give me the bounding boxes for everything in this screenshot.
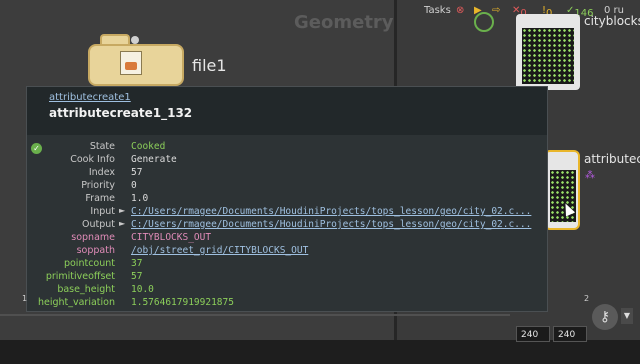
playbar	[0, 340, 640, 364]
info-row-index: Index 57	[88, 167, 143, 178]
file-doc-icon	[120, 51, 142, 75]
work-item-info-popup: attributecreate1 attributecreate1_132 ✓ …	[26, 86, 548, 312]
info-row-soppath: soppath /obj/street_grid/CITYBLOCKS_OUT	[76, 245, 309, 256]
info-row-output: Output ► C:/Users/rmagee/Documents/Houdi…	[82, 219, 532, 230]
city-node-label: cityblocks	[584, 14, 640, 28]
file-node[interactable]	[88, 34, 184, 86]
flag-icon: ⁂	[585, 170, 595, 181]
popup-title: attributecreate1_132	[49, 106, 193, 120]
work-items-grid[interactable]	[522, 28, 574, 84]
timeline-tick: 1	[22, 294, 28, 303]
end-frame-field-2[interactable]: 240	[553, 326, 587, 342]
output-path-link[interactable]: C:/Users/rmagee/Documents/HoudiniProject…	[131, 219, 531, 230]
info-row-priority: Priority 0	[81, 180, 137, 191]
info-row-sopname: sopname CITYBLOCKS_OUT	[71, 232, 212, 243]
timeline-track[interactable]	[0, 314, 510, 316]
info-row-pointcount: pointcount 37	[63, 258, 143, 269]
attributecreate-node[interactable]	[544, 150, 580, 230]
info-row-frame: Frame 1.0	[85, 193, 149, 204]
info-row-cookinfo: Cook Info Generate	[70, 154, 177, 165]
cook-output-icon[interactable]: ⇨	[492, 5, 500, 16]
info-row-state: State Cooked	[89, 141, 166, 152]
input-path-link[interactable]: C:/Users/rmagee/Documents/HoudiniProject…	[131, 206, 531, 217]
popup-header: attributecreate1 attributecreate1_132	[27, 87, 547, 135]
file-node-label: file1	[192, 56, 227, 75]
info-row-input: Input ► C:/Users/rmagee/Documents/Houdin…	[90, 206, 532, 217]
cityblocks-node[interactable]	[516, 14, 580, 90]
chevron-down-icon[interactable]: ▼	[621, 308, 633, 324]
end-frame-field[interactable]: 240	[516, 326, 550, 342]
tasks-label: Tasks	[424, 5, 451, 16]
context-label: Geometry	[294, 12, 394, 33]
attr-node-label: attributecrea	[584, 152, 640, 166]
timeline-tick: 2	[584, 294, 590, 303]
soppath-link[interactable]: /obj/street_grid/CITYBLOCKS_OUT	[131, 245, 308, 256]
expand-arrow-icon[interactable]: ►	[119, 206, 125, 215]
key-icon[interactable]: ⚷	[592, 304, 618, 330]
node-output-connector[interactable]	[131, 36, 139, 44]
info-row-primitiveoffset: primitiveoffset 57	[45, 271, 143, 282]
node-type-link[interactable]: attributecreate1	[49, 92, 131, 103]
expand-arrow-icon[interactable]: ►	[119, 219, 125, 228]
cancel-icon[interactable]: ⊗	[456, 5, 464, 16]
work-items-grid[interactable]	[550, 170, 576, 222]
status-circle-icon	[474, 12, 494, 32]
